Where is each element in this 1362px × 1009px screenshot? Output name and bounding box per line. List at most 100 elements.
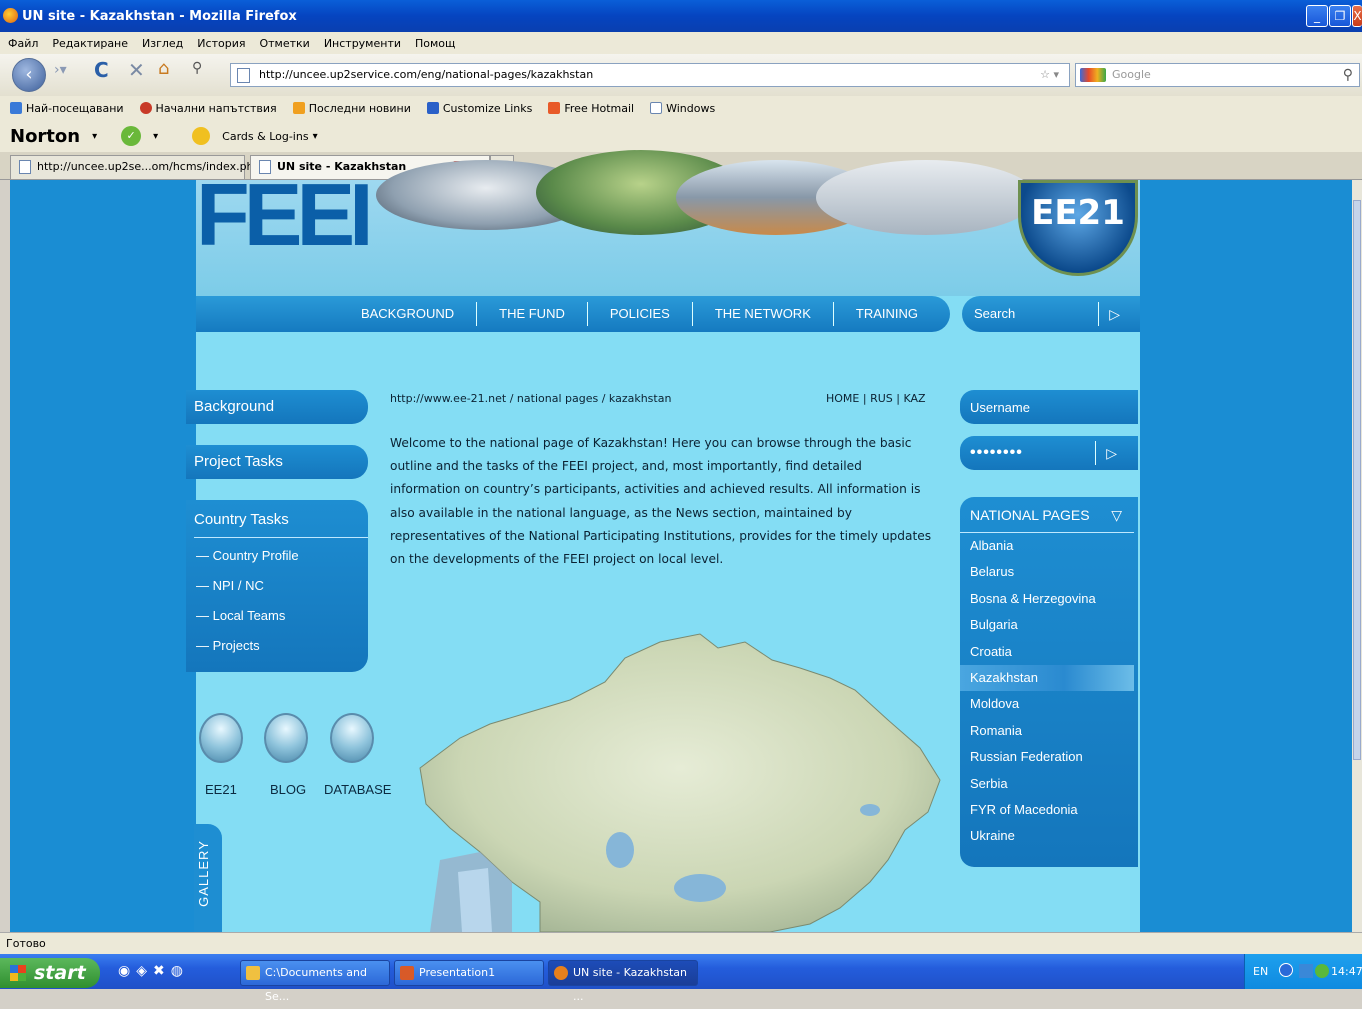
- sidebar-item-local-teams[interactable]: — Local Teams: [194, 601, 368, 631]
- nav-training[interactable]: TRAINING: [832, 302, 940, 326]
- norton-tray-icon[interactable]: [1315, 964, 1329, 978]
- back-button-icon[interactable]: ‹: [12, 58, 46, 92]
- menu-history[interactable]: История: [197, 37, 245, 50]
- play-arrow-icon[interactable]: ▷: [1098, 302, 1120, 326]
- country-russian-federation[interactable]: Russian Federation: [960, 744, 1134, 770]
- minimize-button[interactable]: _: [1306, 5, 1328, 27]
- menu-help[interactable]: Помощ: [415, 37, 455, 50]
- site-search-input[interactable]: Search ▷: [962, 296, 1140, 332]
- start-button[interactable]: start: [0, 958, 100, 988]
- blog-link[interactable]: BLOG: [270, 782, 306, 797]
- bookmark-item[interactable]: Customize Links: [426, 101, 532, 115]
- nav-policies[interactable]: POLICIES: [586, 302, 692, 326]
- task-firefox[interactable]: UN site - Kazakhstan ...: [548, 960, 698, 1003]
- menu-view[interactable]: Изглед: [142, 37, 183, 50]
- nav-the-fund[interactable]: THE FUND: [476, 302, 587, 326]
- bookmark-item[interactable]: Начални напътствия: [139, 101, 277, 115]
- username-input[interactable]: Username: [960, 390, 1138, 424]
- maximize-button[interactable]: ❐: [1329, 5, 1351, 27]
- bookmarks-toolbar: Най-посещавани Начални напътствия Послед…: [0, 96, 1362, 120]
- feed-icon[interactable]: ⚲: [192, 60, 202, 76]
- cards-login-button[interactable]: Cards & Log-ins: [222, 130, 308, 143]
- lock-icon: [192, 127, 211, 145]
- breadcrumb: http://www.ee-21.net / national pages / …: [390, 392, 672, 405]
- menu-tools[interactable]: Инструменти: [324, 37, 401, 50]
- home-icon[interactable]: ⌂: [158, 58, 169, 79]
- ee21-link[interactable]: EE21: [205, 782, 237, 797]
- firefox-icon: [554, 966, 568, 980]
- forward-button-icon[interactable]: ›▾: [54, 62, 67, 78]
- caspian-water: [458, 868, 492, 932]
- country-bulgaria[interactable]: Bulgaria: [960, 612, 1134, 638]
- kazakhstan-map: [419, 633, 941, 932]
- menu-file[interactable]: Файл: [8, 37, 38, 50]
- tray-arrow-icon[interactable]: [1279, 963, 1293, 977]
- sidebar-project-tasks[interactable]: Project Tasks: [186, 445, 368, 479]
- triangle-down-icon[interactable]: ▽: [1111, 497, 1122, 533]
- bookmark-icon: [426, 101, 439, 114]
- check-icon[interactable]: ✓: [121, 126, 142, 146]
- reload-icon[interactable]: C: [94, 58, 109, 82]
- blog-orb-icon[interactable]: [264, 713, 308, 763]
- ee21-orb-icon[interactable]: [199, 713, 243, 763]
- country-romania[interactable]: Romania: [960, 718, 1134, 744]
- close-button[interactable]: X: [1352, 5, 1362, 27]
- menu-bookmarks[interactable]: Отметки: [259, 37, 309, 50]
- rss-icon: [292, 101, 305, 114]
- language-indicator[interactable]: EN: [1253, 954, 1268, 989]
- database-link[interactable]: DATABASE: [324, 782, 391, 797]
- bookmark-item[interactable]: Windows: [650, 101, 715, 115]
- intro-text: Welcome to the national page of Kazakhst…: [390, 436, 932, 567]
- sidebar-item-npi-nc[interactable]: — NPI / NC: [194, 571, 368, 601]
- nav-background[interactable]: BACKGROUND: [339, 302, 476, 326]
- country-fyr-macedonia[interactable]: FYR of Macedonia: [960, 797, 1134, 823]
- url-input[interactable]: http://uncee.up2service.com/eng/national…: [230, 63, 1070, 87]
- gallery-tab[interactable]: GALLERY: [194, 824, 222, 932]
- country-moldova[interactable]: Moldova: [960, 691, 1134, 717]
- tab-hcms[interactable]: http://uncee.up2se...om/hcms/index.php: [10, 155, 261, 179]
- status-text: Готово: [6, 937, 46, 950]
- main-nav: BACKGROUND THE FUND POLICIES THE NETWORK…: [196, 296, 950, 332]
- magnifier-icon[interactable]: ⚲: [1343, 64, 1353, 86]
- task-explorer[interactable]: C:\Documents and Se...: [240, 960, 390, 1003]
- sidebar-background[interactable]: Background: [186, 390, 368, 424]
- task-presentation[interactable]: Presentation1: [394, 960, 544, 986]
- play-arrow-icon[interactable]: ▷: [1095, 441, 1118, 465]
- folder-icon: [246, 966, 260, 980]
- country-serbia[interactable]: Serbia: [960, 771, 1134, 797]
- bookmark-item[interactable]: Най-посещавани: [10, 101, 124, 115]
- feei-logo[interactable]: FEEI: [196, 180, 376, 258]
- sidebar-item-country-profile[interactable]: — Country Profile: [194, 541, 368, 571]
- country-tasks-heading[interactable]: Country Tasks: [194, 500, 368, 538]
- aral-sea: [606, 832, 634, 868]
- norton-logo[interactable]: Norton: [10, 126, 80, 147]
- country-belarus[interactable]: Belarus: [960, 559, 1134, 585]
- national-pages-panel: NATIONAL PAGES ▽ Albania Belarus Bosna &…: [960, 497, 1138, 867]
- password-input[interactable]: •••••••• ▷: [960, 436, 1138, 470]
- status-bar: Готово: [0, 932, 1362, 954]
- page-icon: [19, 160, 31, 174]
- sidebar-item-projects[interactable]: — Projects: [194, 631, 368, 661]
- bookmark-icon: [548, 101, 561, 114]
- lake-balkhash: [674, 874, 726, 902]
- country-albania[interactable]: Albania: [960, 533, 1134, 559]
- country-ukraine[interactable]: Ukraine: [960, 823, 1134, 849]
- country-croatia[interactable]: Croatia: [960, 639, 1134, 665]
- bookmark-item[interactable]: Последни новини: [292, 101, 411, 115]
- search-input[interactable]: Google ⚲: [1075, 63, 1360, 87]
- vertical-scrollbar[interactable]: [1352, 180, 1362, 932]
- scrollbar-thumb[interactable]: [1353, 200, 1361, 760]
- nav-the-network[interactable]: THE NETWORK: [691, 302, 833, 326]
- menu-bar: Файл Редактиране Изглед История Отметки …: [0, 32, 1362, 54]
- bookmark-star-icon[interactable]: ☆ ▾: [1040, 64, 1059, 86]
- language-links[interactable]: HOME | RUS | KAZ: [826, 392, 926, 405]
- database-orb-icon[interactable]: [330, 713, 374, 763]
- menu-edit[interactable]: Редактиране: [52, 37, 128, 50]
- stop-icon[interactable]: ✕: [128, 58, 145, 82]
- network-icon[interactable]: [1299, 964, 1313, 978]
- bookmark-item[interactable]: Free Hotmail: [548, 101, 634, 115]
- quick-launch-icons[interactable]: ◉◈✖◍: [118, 963, 189, 979]
- country-kazakhstan[interactable]: Kazakhstan: [960, 664, 1134, 692]
- national-pages-header[interactable]: NATIONAL PAGES ▽: [960, 497, 1134, 533]
- country-bosna-herzegovina[interactable]: Bosna & Herzegovina: [960, 586, 1134, 612]
